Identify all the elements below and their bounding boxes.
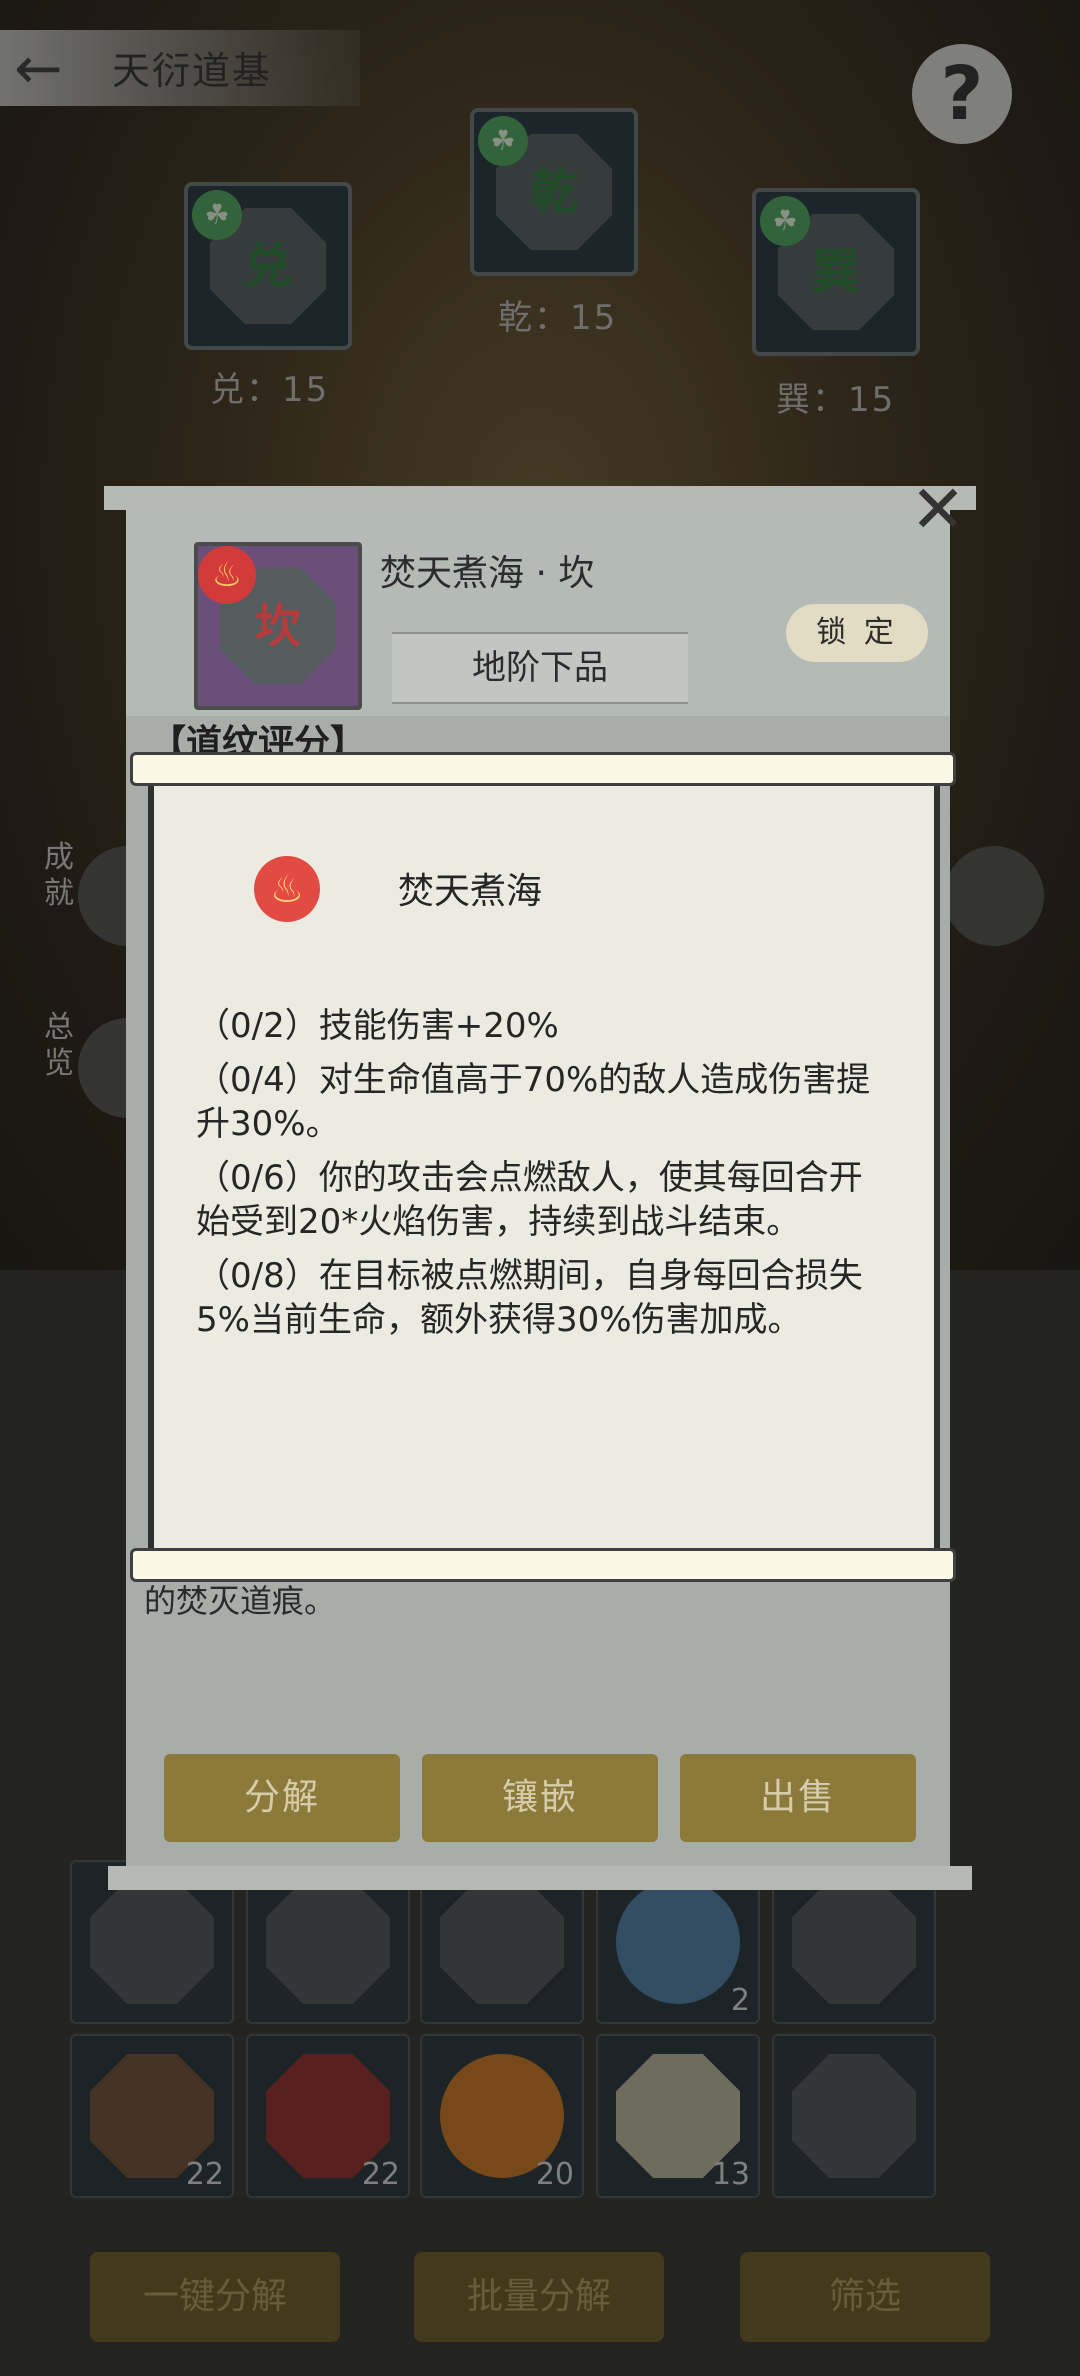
set-effect: （0/8）在目标被点燃期间，自身每回合损失5%当前生命，额外获得30%伤害加成。 [196,1256,863,1340]
scroll-top-rod [130,752,956,786]
close-icon[interactable]: ✕ [908,477,968,543]
set-effect: （0/4）对生命值高于70%的敌人造成伤害提升30%。 [196,1060,871,1144]
popup-bottom-rod [108,1866,972,1890]
item-name: 焚天煮海 · 坎 [380,553,595,594]
sell-button[interactable]: 出售 [680,1754,916,1842]
lock-button[interactable]: 锁 定 [786,604,928,662]
inlay-button[interactable]: 镶嵌 [422,1754,658,1842]
description-text: 的焚灭道痕。 [144,1582,337,1620]
item-icon: 坎 ♨ [194,542,362,710]
set-effect: （0/6）你的攻击会点燃敌人，使其每回合开始受到20*火焰伤害，持续到战斗结束。 [196,1158,863,1242]
set-name: 焚天煮海 [398,871,543,912]
grade-badge: 地阶下品 [392,632,688,704]
popup-top-rod [104,486,976,510]
decompose-button[interactable]: 分解 [164,1754,400,1842]
scroll-bottom-rod [130,1548,956,1582]
fire-icon: ♨ [254,856,320,922]
fire-icon: ♨ [198,546,256,604]
set-effect: （0/2）技能伤害+20% [196,1006,559,1046]
set-effects-list: （0/2）技能伤害+20% （0/4）对生命值高于70%的敌人造成伤害提升30%… [196,1004,896,1352]
